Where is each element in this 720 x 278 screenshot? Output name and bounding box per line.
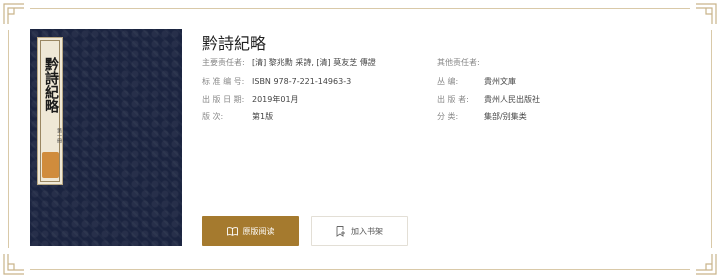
meta-value: 集部/别集类 bbox=[484, 112, 527, 121]
meta-series: 丛 编: 貴州文庫 bbox=[437, 76, 516, 88]
cover-title: 黔詩紀略 bbox=[43, 57, 59, 113]
meta-category: 分 类: 集部/别集类 bbox=[437, 111, 527, 123]
open-book-icon bbox=[226, 226, 238, 236]
meta-publisher: 出 版 者: 貴州人民出版社 bbox=[437, 94, 540, 106]
meta-label: 其他责任者: bbox=[437, 58, 480, 67]
publisher-seal-icon bbox=[42, 152, 59, 178]
read-original-button[interactable]: 原版阅读 bbox=[202, 216, 299, 246]
read-original-label: 原版阅读 bbox=[242, 226, 275, 236]
meta-isbn: 标 准 编 号: ISBN 978-7-221-14963-3 bbox=[202, 76, 351, 88]
meta-label: 丛 编: bbox=[437, 77, 459, 86]
meta-publish-date: 出 版 日 期: 2019年01月 bbox=[202, 94, 299, 106]
book-title: 黔詩紀略 bbox=[202, 34, 267, 53]
corner-ornament-icon bbox=[696, 3, 717, 24]
book-cover[interactable]: 黔詩紀略 第一冊 bbox=[30, 29, 182, 246]
frame-border-bottom bbox=[30, 269, 690, 270]
corner-ornament-icon bbox=[3, 3, 24, 24]
meta-value: 2019年01月 bbox=[252, 95, 299, 104]
meta-label: 出 版 日 期: bbox=[202, 95, 245, 104]
meta-label: 主要责任者: bbox=[202, 58, 245, 67]
cover-title-label: 黔詩紀略 第一冊 bbox=[37, 37, 63, 185]
meta-value: [清] 黎兆勳 采詩, [清] 莫友芝 傳證 bbox=[252, 58, 376, 67]
meta-label: 出 版 者: bbox=[437, 95, 469, 104]
meta-edition: 版 次: 第1版 bbox=[202, 111, 273, 123]
meta-label: 分 类: bbox=[437, 112, 459, 121]
meta-label: 版 次: bbox=[202, 112, 224, 121]
corner-ornament-icon bbox=[696, 254, 717, 275]
add-to-shelf-button[interactable]: 加入书架 bbox=[311, 216, 408, 246]
frame-border-top bbox=[30, 8, 690, 9]
frame-border-left bbox=[8, 30, 9, 248]
meta-value: 貴州人民出版社 bbox=[484, 95, 540, 104]
meta-other-authors: 其他责任者: bbox=[437, 57, 484, 69]
meta-value: 第1版 bbox=[252, 112, 274, 121]
frame-border-right bbox=[711, 30, 712, 248]
corner-ornament-icon bbox=[3, 254, 24, 275]
bookmark-add-icon bbox=[336, 225, 346, 237]
meta-value: ISBN 978-7-221-14963-3 bbox=[252, 77, 352, 86]
meta-label: 标 准 编 号: bbox=[202, 77, 245, 86]
cover-subtitle: 第一冊 bbox=[56, 127, 62, 143]
add-to-shelf-label: 加入书架 bbox=[351, 226, 383, 236]
meta-main-author: 主要责任者: [清] 黎兆勳 采詩, [清] 莫友芝 傳證 bbox=[202, 57, 376, 69]
meta-value: 貴州文庫 bbox=[484, 77, 516, 86]
